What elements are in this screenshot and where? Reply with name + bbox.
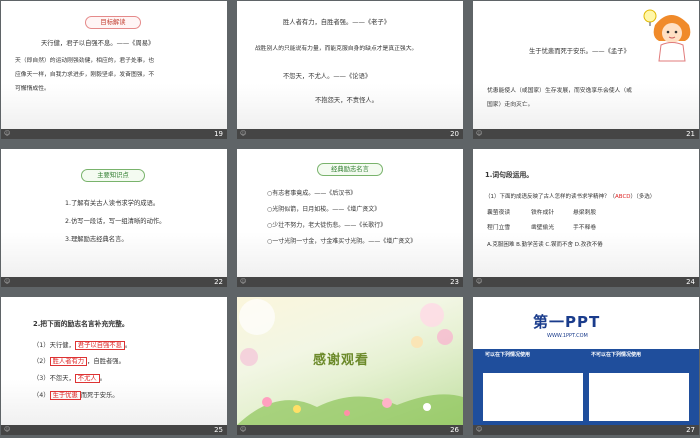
slide-number: 24 bbox=[686, 278, 695, 286]
slide-line: 忧患能使人（或国家）生存发展，而安逸享乐会使人（或 bbox=[487, 88, 632, 94]
slide-footer bbox=[237, 129, 463, 139]
slide-thumbnail-26[interactable]: 感谢观看 ☺ 26 bbox=[237, 297, 463, 435]
slide-line: ○有志者事竟成。——《后汉书》 bbox=[267, 190, 357, 197]
slide-footer bbox=[237, 277, 463, 287]
fill-item: （1）天行健， 君子以自强不息。 bbox=[33, 341, 132, 350]
usage-list-left bbox=[483, 373, 583, 421]
slide-line: 不抱怨天，不责怪人。 bbox=[315, 97, 378, 104]
slide-line: ○光阴似箭，日月如梭。——《增广贤文》 bbox=[267, 206, 381, 213]
smile-icon: ☺ bbox=[240, 130, 247, 137]
slide-line: 可懈惰成性。 bbox=[15, 86, 50, 92]
answer-text: ABCD bbox=[615, 194, 631, 200]
slide-line: 战胜别人的只能说有力量，而能克服自身的缺点才是真正强大。 bbox=[255, 46, 418, 52]
options-text: A.克服困难 B.勤学苦读 C.锲而不舍 D.孜孜不倦 bbox=[487, 242, 603, 248]
smile-icon: ☺ bbox=[240, 278, 247, 285]
slide-line: 天（即自然）的运动刚强劲健，相应的，君子处事，也 bbox=[15, 58, 155, 64]
slide-line: 胜人者有力，自胜者强。——《老子》 bbox=[283, 19, 391, 26]
slide-line: 不怨天，不尤人。——《论语》 bbox=[283, 73, 372, 80]
idiom: 凿壁偷光 bbox=[531, 225, 555, 231]
slide-number: 27 bbox=[686, 426, 695, 434]
slide-number: 26 bbox=[450, 426, 459, 434]
slide-line: ○一寸光阴一寸金，寸金难买寸光阴。——《增广贤文》 bbox=[267, 238, 417, 245]
slide-title: 1.词句段运用。 bbox=[485, 171, 534, 179]
thanks-title: 感谢观看 bbox=[313, 353, 370, 368]
slide-line: 2.仿写一段话，写一组清晰的动作。 bbox=[65, 218, 166, 225]
slide-thumbnail-23[interactable]: 经典励志名言 ○有志者事竟成。——《后汉书》 ○光阴似箭，日月如梭。——《增广贤… bbox=[237, 149, 463, 287]
idiom: 手不释卷 bbox=[573, 225, 597, 231]
slide-line: 生于忧患而死于安乐。——《孟子》 bbox=[529, 48, 630, 55]
slide-title: 2.把下面的励志名言补充完整。 bbox=[33, 320, 129, 328]
slide-line: 国家）走向灭亡。 bbox=[487, 102, 534, 108]
idiom: 悬梁刺股 bbox=[573, 210, 597, 216]
slide-footer bbox=[473, 277, 699, 287]
answer-box: 生于忧患 bbox=[49, 391, 81, 400]
slide-footer bbox=[1, 129, 227, 139]
slide-line: ○少壮不努力，老大徒伤悲。——《长歌行》 bbox=[267, 222, 387, 229]
slide-thumbnail-25[interactable]: 2.把下面的励志名言补充完整。 （1）天行健， 君子以自强不息。 （2） 胜人者有力… bbox=[1, 297, 227, 435]
answer-box: 君子以自强不息 bbox=[74, 341, 125, 350]
smile-icon: ☺ bbox=[4, 130, 11, 137]
slide-caption: 目标解读 bbox=[85, 16, 141, 29]
idiom: 程门立雪 bbox=[487, 225, 511, 231]
slide-footer bbox=[473, 129, 699, 139]
slide-line: 1.了解有关古人读书求学的成语。 bbox=[65, 200, 160, 207]
answer-box: 不尤人 bbox=[74, 374, 100, 383]
slide-thumbnail-27[interactable]: 第一PPT WWW.1PPT.COM 可以在下列情况使用 不可以在下列情况使用 … bbox=[473, 297, 699, 435]
cannot-use-title: 不可以在下列情况使用 bbox=[591, 352, 642, 358]
slide-footer bbox=[1, 425, 227, 435]
slide-number: 20 bbox=[450, 130, 459, 138]
answer-box: 胜人者有力 bbox=[49, 357, 88, 366]
slide-thumbnail-22[interactable]: 主要知识点 1.了解有关古人读书求学的成语。 2.仿写一段话，写一组清晰的动作。… bbox=[1, 149, 227, 287]
slide-caption: 主要知识点 bbox=[81, 169, 145, 182]
idiom: 铁杵成针 bbox=[531, 210, 555, 216]
cartoon-girl-icon bbox=[643, 9, 691, 62]
slide-thumbnail-19[interactable]: 目标解读 天行健，君子以自强不息。——《周易》 天（即自然）的运动刚强劲健，相应… bbox=[1, 1, 227, 139]
slide-footer bbox=[237, 425, 463, 435]
fill-item: （3）不怨天， 不尤人。 bbox=[33, 374, 106, 383]
usage-list-right bbox=[589, 373, 689, 421]
smile-icon: ☺ bbox=[4, 426, 11, 433]
slide-footer bbox=[1, 277, 227, 287]
slide-number: 25 bbox=[214, 426, 223, 434]
slide-number: 23 bbox=[450, 278, 459, 286]
slide-line: 3.理解励志经典名言。 bbox=[65, 236, 128, 243]
logo-url: WWW.1PPT.COM bbox=[547, 333, 588, 339]
fill-item: （4） 生于忧患 而死于安乐。 bbox=[33, 391, 119, 400]
slide-caption: 经典励志名言 bbox=[317, 163, 383, 176]
logo-banner: 第一PPT WWW.1PPT.COM bbox=[473, 297, 699, 349]
question-text: （1）下面的成语反映了古人怎样的读书求学精神？（ABCD）（多选） bbox=[485, 194, 656, 200]
slide-number: 21 bbox=[686, 130, 695, 138]
slide-thumbnail-21[interactable]: 生于忧患而死于安乐。——《孟子》 忧患能使人（或国家）生存发展，而安逸享乐会使人… bbox=[473, 1, 699, 139]
logo-text: 第一PPT bbox=[533, 313, 601, 331]
slide-footer bbox=[473, 425, 699, 435]
slide-line: 应像天一样，自我力求进步，刚毅坚卓，发奋图强，不 bbox=[15, 72, 155, 78]
slide-number: 19 bbox=[214, 130, 223, 138]
can-use-title: 可以在下列情况使用 bbox=[485, 352, 531, 358]
smile-icon: ☺ bbox=[476, 426, 483, 433]
slide-thumbnail-24[interactable]: 1.词句段运用。 （1）下面的成语反映了古人怎样的读书求学精神？（ABCD）（多… bbox=[473, 149, 699, 287]
slide-number: 22 bbox=[214, 278, 223, 286]
idiom: 囊萤夜读 bbox=[487, 210, 511, 216]
slide-line: 天行健，君子以自强不息。——《周易》 bbox=[41, 40, 155, 47]
smile-icon: ☺ bbox=[476, 278, 483, 285]
slide-thumbnail-20[interactable]: 胜人者有力，自胜者强。——《老子》 战胜别人的只能说有力量，而能克服自身的缺点才… bbox=[237, 1, 463, 139]
smile-icon: ☺ bbox=[240, 426, 247, 433]
smile-icon: ☺ bbox=[476, 130, 483, 137]
fill-item: （2） 胜人者有力 ，自胜者强。 bbox=[33, 357, 125, 366]
smile-icon: ☺ bbox=[4, 278, 11, 285]
